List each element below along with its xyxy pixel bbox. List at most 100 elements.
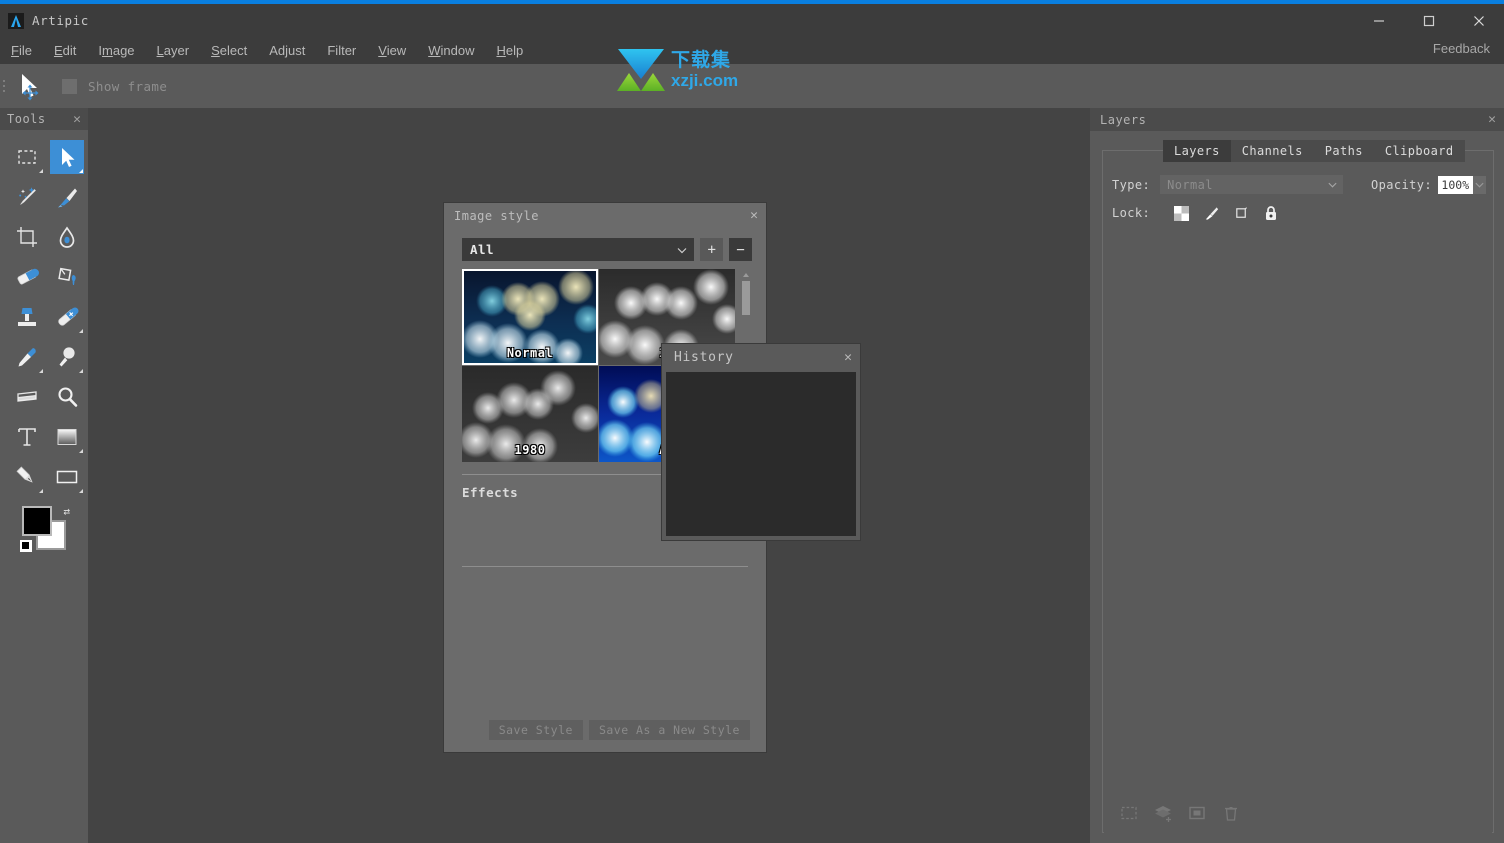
- scrollbar-thumb[interactable]: [742, 281, 750, 315]
- tab-paths[interactable]: Paths: [1314, 140, 1374, 162]
- brush-tool-icon[interactable]: [50, 180, 84, 214]
- close-icon[interactable]: ✕: [1488, 113, 1496, 126]
- tool-flyout-marker: [79, 489, 83, 493]
- clone-stamp-tool-icon[interactable]: [10, 300, 44, 334]
- lock-paint-icon[interactable]: [1196, 203, 1226, 223]
- window-controls: [1354, 4, 1504, 37]
- style-filter-value: All: [470, 242, 495, 257]
- history-dialog: History ✕: [662, 344, 860, 540]
- opacity-label: Opacity:: [1371, 177, 1432, 192]
- menu-file[interactable]: File: [0, 40, 43, 61]
- default-colors-icon[interactable]: [20, 540, 32, 552]
- menu-image[interactable]: Image: [87, 40, 145, 61]
- chevron-down-icon: [677, 247, 687, 253]
- save-style-button[interactable]: Save Style: [488, 720, 583, 740]
- image-style-toolbar: All + −: [448, 228, 762, 261]
- dodge-tool-icon[interactable]: [50, 340, 84, 374]
- style-thumb-label: Normal: [506, 346, 554, 360]
- style-thumb-1980[interactable]: 1980: [462, 366, 598, 462]
- tools-grid: [0, 130, 88, 494]
- layers-panel-title: Layers: [1100, 112, 1147, 127]
- add-style-button[interactable]: +: [700, 238, 724, 261]
- save-as-new-style-button[interactable]: Save As a New Style: [588, 720, 750, 740]
- history-list[interactable]: [666, 372, 856, 536]
- eyedropper-tool-icon[interactable]: [10, 340, 44, 374]
- shape-tool-icon[interactable]: [50, 460, 84, 494]
- style-filter-select[interactable]: All: [462, 238, 695, 261]
- close-icon[interactable]: ✕: [750, 209, 758, 222]
- tab-channels[interactable]: Channels: [1231, 140, 1314, 162]
- show-frame-checkbox[interactable]: [62, 78, 77, 94]
- minimize-button[interactable]: [1354, 4, 1404, 37]
- pen-tool-icon[interactable]: [10, 460, 44, 494]
- menu-edit[interactable]: Edit: [43, 40, 87, 61]
- crop-tool-icon[interactable]: [10, 220, 44, 254]
- layers-tabs: Layers Channels Paths Clipboard: [1163, 140, 1465, 162]
- menu-view[interactable]: View: [367, 40, 417, 61]
- opacity-input[interactable]: 100%: [1438, 175, 1473, 194]
- menu-select[interactable]: Select: [200, 40, 258, 61]
- duplicate-layer-icon[interactable]: [1180, 800, 1214, 826]
- foreground-color-swatch[interactable]: [22, 506, 52, 536]
- delete-layer-icon[interactable]: [1214, 800, 1248, 826]
- color-swatches: ⇄: [20, 506, 72, 552]
- feedback-link[interactable]: Feedback: [1433, 41, 1490, 56]
- close-icon[interactable]: ✕: [73, 113, 81, 126]
- menu-help[interactable]: Help: [485, 40, 534, 61]
- layer-lock-row: Lock:: [1112, 203, 1486, 223]
- move-tool-icon: [12, 68, 48, 104]
- close-button[interactable]: [1454, 4, 1504, 37]
- menu-adjust[interactable]: Adjust: [258, 40, 316, 61]
- tab-layers[interactable]: Layers: [1163, 140, 1231, 162]
- remove-style-button[interactable]: −: [729, 238, 752, 261]
- tab-clipboard[interactable]: Clipboard: [1374, 140, 1465, 162]
- menu-bar: File Edit Image Layer Select Adjust Filt…: [0, 37, 1504, 64]
- lock-label: Lock:: [1112, 206, 1151, 220]
- lock-all-icon[interactable]: [1256, 203, 1286, 223]
- blend-mode-select[interactable]: Normal: [1160, 175, 1343, 194]
- add-mask-icon[interactable]: [1112, 800, 1146, 826]
- options-bar: Show frame: [0, 64, 1504, 108]
- menu-filter[interactable]: Filter: [316, 40, 367, 61]
- maximize-button[interactable]: [1404, 4, 1454, 37]
- healing-brush-tool-icon[interactable]: [50, 300, 84, 334]
- eraser-tool-icon[interactable]: [10, 260, 44, 294]
- scroll-up-arrow-icon[interactable]: [743, 273, 749, 277]
- swap-colors-icon[interactable]: ⇄: [63, 506, 70, 517]
- tool-flyout-marker: [39, 489, 43, 493]
- image-style-footer: Save Style Save As a New Style: [448, 720, 762, 740]
- menu-window[interactable]: Window: [417, 40, 485, 61]
- tool-flyout-marker: [79, 169, 83, 173]
- text-tool-icon[interactable]: [10, 420, 44, 454]
- paint-bucket-tool-icon[interactable]: [50, 260, 84, 294]
- lock-position-icon[interactable]: [1226, 203, 1256, 223]
- style-thumb-normal[interactable]: Normal: [462, 269, 598, 365]
- tool-flyout-marker: [79, 449, 83, 453]
- move-tool-icon[interactable]: [50, 140, 84, 174]
- magic-wand-tool-icon[interactable]: [10, 180, 44, 214]
- blend-mode-value: Normal: [1167, 177, 1213, 192]
- blur-droplet-tool-icon[interactable]: [50, 220, 84, 254]
- tool-flyout-marker: [79, 329, 83, 333]
- app-window: Artipic File Edit Image Layer Select Adj…: [0, 0, 1504, 843]
- lock-transparency-icon[interactable]: [1166, 203, 1196, 223]
- tools-panel-header: Tools ✕: [0, 108, 88, 130]
- rectangular-marquee-tool-icon[interactable]: [10, 140, 44, 174]
- opacity-dropdown-button[interactable]: [1472, 175, 1486, 194]
- layers-list[interactable]: [1104, 229, 1492, 843]
- zoom-tool-icon[interactable]: [50, 380, 84, 414]
- tool-flyout-marker: [39, 169, 43, 173]
- menu-layer[interactable]: Layer: [146, 40, 201, 61]
- tools-panel: Tools ✕ ⇄: [0, 108, 88, 843]
- layers-footer: [1112, 800, 1486, 826]
- history-titlebar[interactable]: History ✕: [662, 344, 860, 370]
- layers-panel: Layers ✕ Layers Channels Paths Clipboard…: [1090, 108, 1504, 843]
- close-icon[interactable]: ✕: [844, 351, 852, 364]
- image-style-titlebar[interactable]: Image style ✕: [444, 203, 766, 228]
- perspective-tool-icon[interactable]: [10, 380, 44, 414]
- gradient-tool-icon[interactable]: [50, 420, 84, 454]
- divider-2: [462, 566, 748, 567]
- new-layer-icon[interactable]: [1146, 800, 1180, 826]
- layer-type-row: Type: Normal Opacity: 100%: [1112, 175, 1486, 194]
- options-bar-grip[interactable]: [0, 64, 10, 108]
